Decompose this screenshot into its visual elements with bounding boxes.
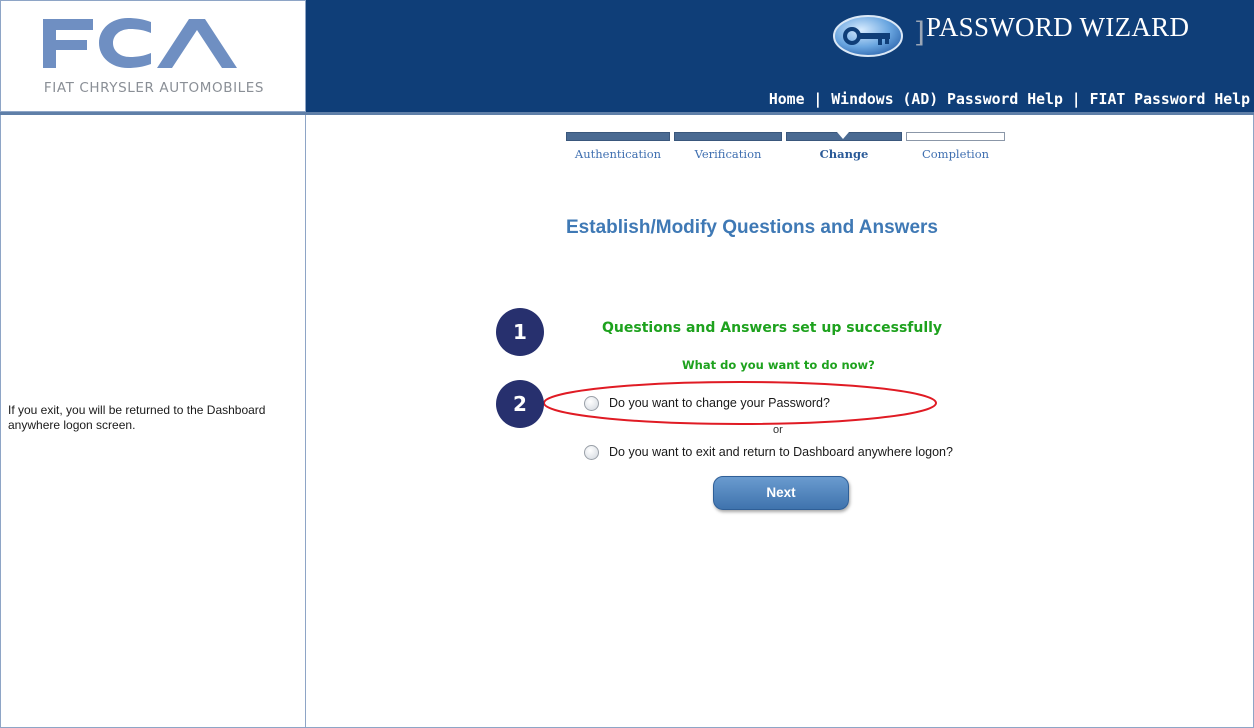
logo-subtitle: FIAT CHRYSLER AUTOMOBILES: [43, 80, 265, 96]
title-bracket-icon: ]: [914, 16, 925, 49]
nav-separator: |: [813, 91, 823, 108]
page-title: Establish/Modify Questions and Answers: [566, 217, 938, 238]
step-label: Change: [819, 147, 869, 161]
step-verification: Verification: [674, 132, 782, 162]
step-bar: [906, 132, 1005, 141]
step-bar: [674, 132, 782, 141]
callout-badge-2: 2: [496, 380, 544, 428]
next-action-prompt: What do you want to do now?: [682, 358, 875, 372]
step-label: Completion: [921, 147, 990, 161]
option-label: Do you want to change your Password?: [609, 396, 830, 410]
nav-home-link[interactable]: Home: [769, 91, 805, 108]
exit-info-text: If you exit, you will be returned to the…: [8, 403, 266, 432]
exit-dashboard-radio[interactable]: [584, 444, 599, 460]
callout-badge-1: 1: [496, 308, 544, 356]
step-completion: Completion: [906, 132, 1005, 162]
left-sidebar: If you exit, you will be returned to the…: [0, 115, 306, 728]
nav-windows-help-link[interactable]: Windows (AD) Password Help: [831, 91, 1063, 108]
option-label: Do you want to exit and return to Dashbo…: [609, 445, 953, 459]
wizard-title: PASSWORD WIZARD: [926, 12, 1190, 42]
header: FIAT CHRYSLER AUTOMOBILES ] PASSWORD WIZ…: [0, 0, 1254, 114]
option-change-password[interactable]: Do you want to change your Password?: [584, 394, 830, 412]
top-navigation: Home | Windows (AD) Password Help | FIAT…: [769, 91, 1250, 108]
nav-separator: |: [1071, 91, 1081, 108]
step-change: Change: [786, 132, 902, 162]
nav-fiat-help-link[interactable]: FIAT Password Help: [1090, 91, 1250, 108]
change-password-radio[interactable]: [584, 395, 599, 411]
fca-logo-mark: [43, 18, 237, 68]
current-step-marker-icon: [837, 132, 849, 139]
fca-logo: FIAT CHRYSLER AUTOMOBILES: [0, 0, 306, 112]
step-label: Authentication: [574, 147, 662, 161]
success-message: Questions and Answers set up successfull…: [602, 320, 943, 336]
key-icon: [833, 15, 903, 57]
step-bar: [566, 132, 670, 141]
progress-steps: Authentication Verification Change Compl…: [566, 132, 1006, 162]
next-button[interactable]: Next: [713, 476, 849, 510]
or-separator: or: [773, 424, 783, 436]
step-label: Verification: [694, 147, 762, 161]
option-exit-to-dashboard[interactable]: Do you want to exit and return to Dashbo…: [584, 443, 953, 461]
step-authentication: Authentication: [566, 132, 670, 162]
